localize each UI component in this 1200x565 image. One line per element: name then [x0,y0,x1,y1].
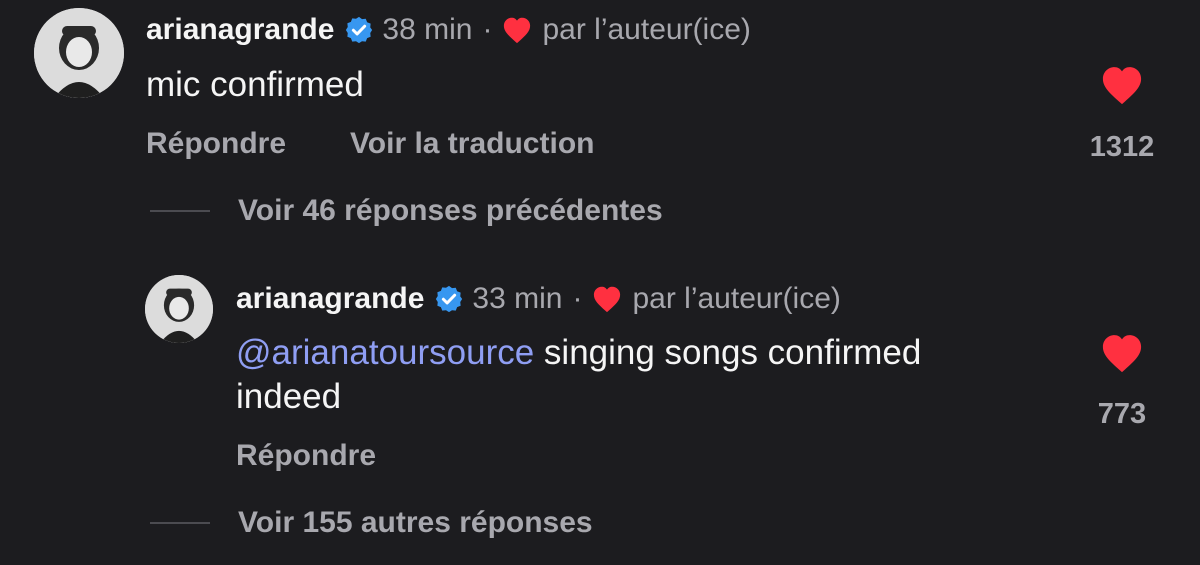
reply-button[interactable]: Répondre [146,126,286,162]
like-count[interactable]: 773 [1080,397,1164,431]
timestamp: 33 min [472,282,563,315]
thread-divider [150,210,210,212]
separator-dot: · [482,13,493,46]
view-previous-replies-button[interactable]: Voir 46 réponses précédentes [238,193,663,229]
liked-by-author-label: par l’auteur(ice) [632,282,841,315]
verified-badge-icon [434,284,464,314]
heart-filled-icon [1102,67,1142,105]
reply-body-line2: indeed [236,377,342,416]
heart-icon [592,285,622,313]
mention-link[interactable]: @arianatoursource [236,333,534,372]
heart-icon [502,16,532,44]
username[interactable]: arianagrande [146,12,334,48]
comment-body: mic confirmed [146,65,364,104]
comment-text: mic confirmed [146,63,364,107]
like-count[interactable]: 1312 [1080,130,1164,164]
reply-text: @arianatoursource singing songs confirme… [236,331,1066,419]
username[interactable]: arianagrande [236,281,424,317]
view-more-replies-button[interactable]: Voir 155 autres réponses [238,505,593,541]
reply-button[interactable]: Répondre [236,438,376,474]
verified-badge-icon [344,15,374,45]
liked-by-author-label: par l’auteur(ice) [542,13,751,46]
like-button[interactable] [1100,65,1144,105]
timestamp: 38 min [382,13,473,46]
comment-header: arianagrande 38 min · par l’auteur(ice) [146,12,751,48]
avatar-image [145,275,213,343]
avatar[interactable] [34,8,124,98]
translate-button[interactable]: Voir la traduction [350,126,594,162]
reply-body-line1: singing songs confirmed [534,333,922,372]
reply-header: arianagrande 33 min · par l’auteur(ice) [236,281,841,317]
like-button[interactable] [1100,333,1144,373]
reply-avatar[interactable] [145,275,213,343]
separator-dot: · [572,282,583,315]
avatar-image [34,8,124,98]
heart-filled-icon [1102,335,1142,373]
thread-divider [150,522,210,524]
